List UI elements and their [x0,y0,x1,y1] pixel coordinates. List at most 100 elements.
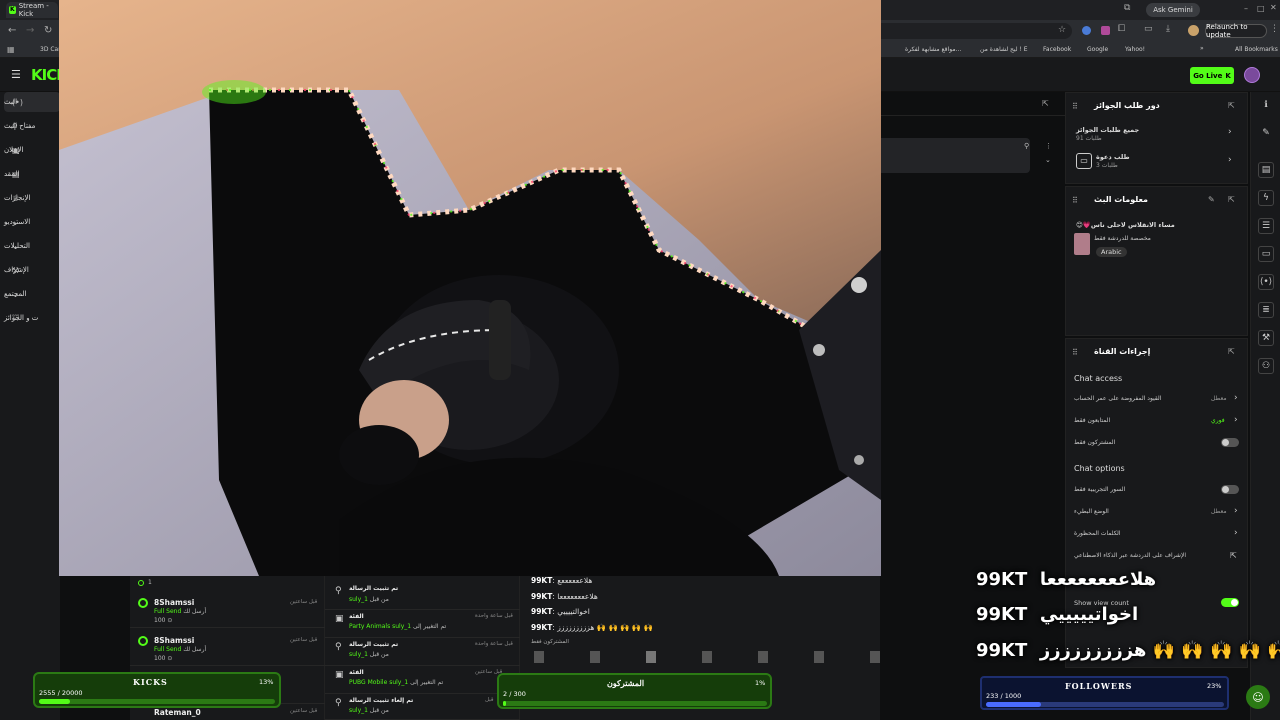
browser-tab[interactable]: K Stream - Kick [6,2,58,18]
bookmark-item[interactable]: ليج لشاهدة من ! E [980,46,1028,53]
emote-thumbnail[interactable] [534,651,544,663]
goal-bar-fill [503,701,506,706]
support-chat-icon[interactable]: ☺ [1246,685,1270,709]
event-username[interactable]: 8Shamssi [154,598,194,607]
log-title: تم تثبيت الرسالة [349,641,399,648]
rewards-row-invite[interactable]: ▭ طلب دعوة طلبات 3 › [1066,147,1247,173]
log-user[interactable]: suly_1 [349,707,368,714]
sidebar-item-studio[interactable]: ⌄ الاستوديو [4,212,60,232]
keyboard-icon[interactable]: ▤ [1258,162,1274,178]
apps-grid-icon[interactable]: ▦ [7,45,15,54]
kick-coin-icon [138,598,148,608]
info-icon[interactable]: ℹ [1258,97,1274,113]
share-icon[interactable]: ⚇ [1258,358,1274,374]
chat-username[interactable]: 99KT [531,607,552,616]
reload-icon[interactable]: ↻ [44,25,52,36]
extension-icon[interactable] [1082,26,1091,35]
back-icon[interactable]: ← [8,25,16,36]
chat-icon[interactable]: ▭ [1258,246,1274,262]
forward-icon[interactable]: → [26,25,34,36]
menu-kebab-icon[interactable]: ⋮ [1270,24,1279,34]
followers-only-row[interactable]: المتابعون فقط فوري › [1066,413,1247,429]
language-tag: Arabic [1096,247,1127,257]
rewards-row-all[interactable]: جميع طلبات الجوائز طلبات 91 › [1066,119,1247,145]
chat-username[interactable]: 99KT [531,623,552,632]
maximize-icon[interactable]: □ [1257,4,1265,13]
stack-icon[interactable]: ≣ [1258,302,1274,318]
extension-icon[interactable] [1101,26,1110,35]
sidebar-item-community[interactable]: ⌄ المجتمع [4,284,60,304]
account-age-row[interactable]: القيود المفروضة على عمر الحساب معطل › [1066,391,1247,407]
download-icon[interactable]: ⤓ [1166,24,1170,34]
star-bookmark-icon[interactable]: ☆ [1058,25,1066,35]
ask-gemini-button[interactable]: Ask Gemini [1146,3,1200,17]
pencil-icon[interactable]: ✎ [1258,125,1274,141]
extensions-puzzle-icon[interactable]: ⧠ [1118,24,1125,34]
bookmark-item[interactable]: مواقع مشابهة لفكرة... [905,46,961,53]
popout-icon[interactable]: ⇱ [1042,99,1049,108]
more-bookmarks-icon[interactable]: » [1200,45,1204,52]
list-icon[interactable]: ☰ [1258,218,1274,234]
banned-words-row[interactable]: الكلمات المحظورة › [1066,526,1247,542]
event-username[interactable]: Rateman_0 [154,708,201,717]
sidebar-item-moderation[interactable]: ⚒ الإشراف [4,260,60,280]
close-window-icon[interactable]: ✕ [1270,3,1277,12]
show-view-count-toggle[interactable] [1221,598,1239,607]
popout-icon[interactable]: ⇱ [1228,195,1235,204]
drag-handle-icon[interactable]: ⠿ [1072,348,1078,357]
go-live-button[interactable]: Go Live K [1190,67,1234,84]
slow-mode-row[interactable]: الوضع البطيء معطل › [1066,504,1247,520]
bookmark-item[interactable]: Yahoo! [1125,46,1145,53]
emote-thumbnail[interactable] [646,651,656,663]
emote-only-toggle[interactable] [1221,485,1239,494]
subscribers-only-toggle[interactable] [1221,438,1239,447]
broadcast-icon[interactable]: ⟨•⟩ [1258,274,1274,290]
user-avatar[interactable] [1244,67,1260,83]
chevron-right-icon: › [1234,506,1238,516]
emote-thumbnail[interactable] [702,651,712,663]
minimize-icon[interactable]: – [1244,4,1248,13]
sidebar-item-stream[interactable]: (•) البث [4,92,60,112]
log-user[interactable]: suly_1 [389,679,408,686]
sidebar-item-analytics[interactable]: ⌄ التحليلات [4,236,60,256]
sidebar-item-stream-key[interactable]: ⚲ مفتاح البث [4,116,60,136]
drag-handle-icon[interactable]: ⠿ [1072,196,1078,205]
edit-pencil-icon[interactable]: ✎ [1208,195,1215,204]
profile-icon[interactable] [1188,25,1199,36]
emote-thumbnail[interactable] [758,651,768,663]
bookmark-item[interactable]: 3D Car [40,46,61,53]
log-user[interactable]: suly_1 [349,651,368,658]
chevron-down-icon[interactable]: ⌄ [1045,156,1051,164]
sidebar-item-ads[interactable]: ▣ الإعلان [4,140,60,160]
bookmark-item[interactable]: Facebook [1043,46,1071,53]
popout-icon[interactable]: ⇱ [1228,347,1235,356]
log-sub: تم التغيير إلى [410,679,444,686]
popout-icon[interactable]: ⇱ [1228,101,1235,110]
emote-thumbnail[interactable] [814,651,824,663]
log-user[interactable]: suly_1 [392,623,411,630]
log-user[interactable]: suly_1 [349,596,368,603]
ai-moderation-row[interactable]: الإشراف على الدردشة عبر الذكاء الاصطناعي… [1066,548,1247,564]
all-bookmarks-link[interactable]: All Bookmarks [1235,46,1278,53]
emote-thumbnail[interactable] [590,651,600,663]
chat-username[interactable]: 99KT [531,576,552,585]
goal-current: 2555 / 20000 [39,689,83,697]
drag-handle-icon[interactable]: ⠿ [1072,102,1078,111]
chat-username[interactable]: 99KT [531,592,552,601]
pin-icon[interactable]: ⚲ [1024,142,1029,150]
bolt-icon[interactable]: ϟ [1258,190,1274,206]
kebab-icon[interactable]: ⋮ [1045,142,1052,150]
event-username[interactable]: 8Shamssi [154,636,194,645]
relaunch-button[interactable]: Relaunch to update [1205,23,1267,39]
sidebar-item-achievements[interactable]: ♕ الإنجازات [4,188,60,208]
stream-video-preview[interactable] [59,0,881,576]
hammer-icon[interactable]: ⚒ [1258,330,1274,346]
cast-icon[interactable]: ▭ [1144,24,1153,34]
bookmark-item[interactable]: Google [1087,46,1108,53]
sidebar-item-clips[interactable]: ▤ المقد [4,164,60,184]
emote-thumbnail[interactable] [870,651,880,663]
copy-tab-icon[interactable]: ⧉ [1124,3,1130,13]
event-amount: 100 [154,655,166,662]
sidebar-item-rewards[interactable]: ⛫ ت و الجوائز [4,308,60,328]
hamburger-menu-icon[interactable]: ☰ [11,68,21,81]
